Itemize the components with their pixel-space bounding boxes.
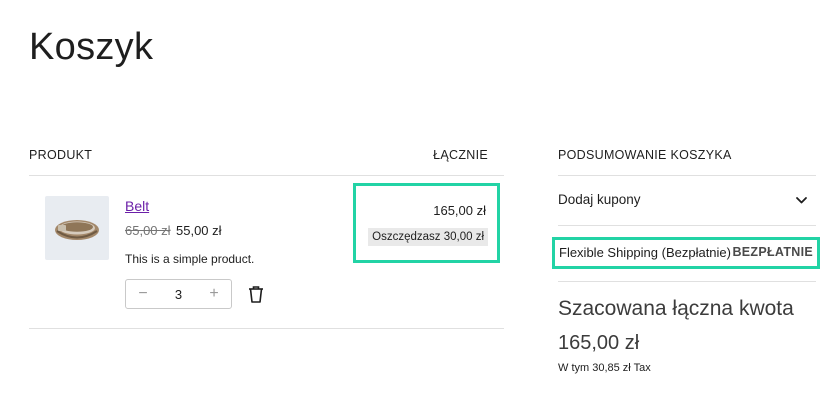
chevron-down-icon[interactable] (795, 195, 808, 205)
quantity-stepper: − 3 + (125, 279, 232, 309)
savings-badge: Oszczędzasz 30,00 zł (368, 228, 488, 246)
summary-divider-top (558, 175, 816, 176)
belt-image-icon (55, 220, 99, 240)
line-total: 165,00 zł (433, 203, 486, 218)
regular-price: 65,00 zł (125, 223, 171, 238)
cart-table-divider-bottom (29, 328, 504, 329)
summary-divider-shipping (558, 281, 816, 282)
product-thumbnail[interactable] (45, 196, 109, 260)
product-name-link[interactable]: Belt (125, 198, 149, 214)
line-total-highlight: 165,00 zł Oszczędzasz 30,00 zł (353, 183, 500, 263)
shipping-price: BEZPŁATNIE (732, 245, 813, 259)
estimated-total-value: 165,00 zł (558, 332, 640, 354)
page-title: Koszyk (29, 26, 154, 68)
cart-table-divider-top (29, 175, 504, 176)
quantity-increase-button[interactable]: + (207, 285, 221, 303)
cart-summary-header: PODSUMOWANIE KOSZYKA (558, 148, 732, 162)
sale-price: 55,00 zł (176, 223, 222, 238)
column-header-product: PRODUKT (29, 148, 93, 162)
shipping-method-name: Flexible Shipping (Bezpłatnie) (559, 245, 731, 260)
estimated-total-label: Szacowana łączna kwota (558, 297, 794, 320)
summary-divider-coupon (558, 225, 816, 226)
add-coupons-toggle[interactable]: Dodaj kupony (558, 192, 641, 207)
tax-note: W tym 30,85 zł Tax (558, 362, 651, 374)
product-description: This is a simple product. (125, 252, 255, 266)
column-header-total: ŁĄCZNIE (433, 148, 488, 162)
shipping-highlight: Flexible Shipping (Bezpłatnie) BEZPŁATNI… (552, 237, 820, 269)
trash-icon[interactable] (246, 284, 266, 304)
quantity-value[interactable]: 3 (175, 287, 182, 302)
quantity-decrease-button[interactable]: − (136, 285, 150, 303)
